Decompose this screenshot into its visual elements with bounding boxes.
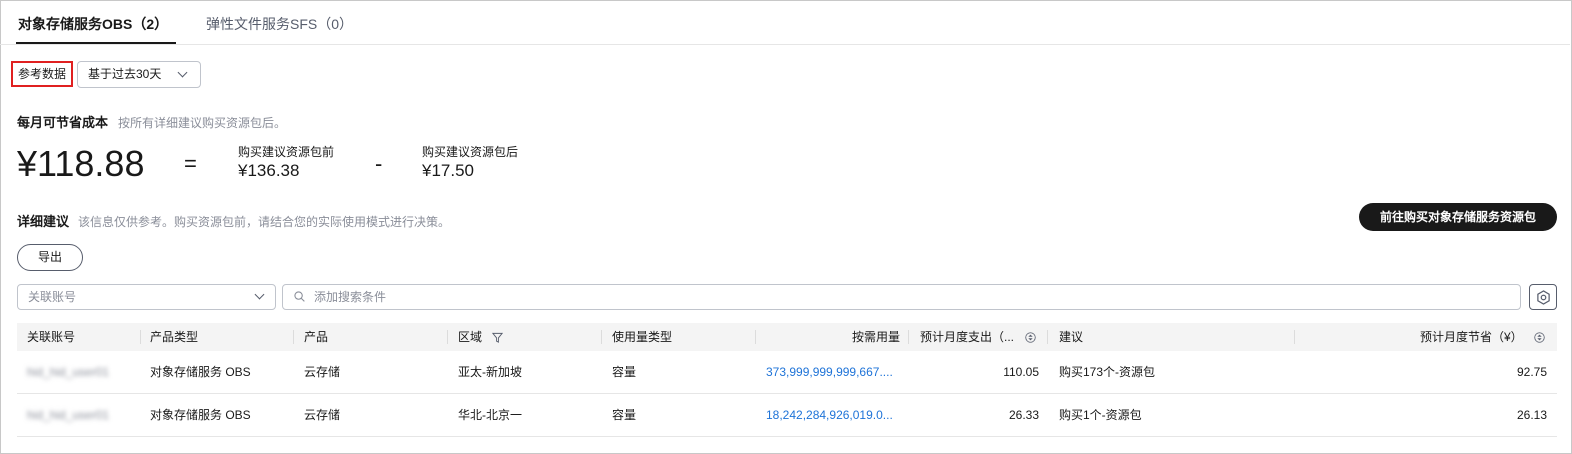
cell-savings: 26.13 [1516,408,1547,422]
cell-product: 云存储 [304,365,341,379]
account-select[interactable]: 关联账号 [17,284,276,310]
tab-sfs[interactable]: 弹性文件服务SFS（0） [206,14,353,44]
tab-obs[interactable]: 对象存储服务OBS（2） [15,14,177,44]
cell-suggestion: 购买1个-资源包 [1059,408,1142,422]
cell-region: 亚太-新加坡 [458,365,522,379]
export-button[interactable]: 导出 [17,244,83,271]
monthly-savings-description: 按所有详细建议购买资源包后。 [118,116,287,130]
column-divider [1294,330,1295,344]
table-header: 关联账号 产品类型 产品 区域 使用量类型 按需用量 预计月度支出（... 建议… [17,323,1557,351]
gear-icon [1537,290,1550,305]
table-row: hid_hid_user01 对象存储服务 OBS 云存储 亚太-新加坡 容量 … [17,351,1557,394]
chevron-down-icon [254,289,265,300]
after-purchase-label: 购买建议资源包后 [422,145,519,159]
search-placeholder: 添加搜索条件 [314,290,387,304]
column-header-usage: 按需用量 [851,330,900,344]
cell-usage-link[interactable]: 18,242,284,926,019.0... [766,394,893,437]
before-purchase-label: 购买建议资源包前 [238,145,335,159]
table-row: hid_hid_user01 对象存储服务 OBS 云存储 华北-北京一 容量 … [17,394,1557,437]
cell-product-type: 对象存储服务 OBS [150,365,251,379]
column-divider [140,330,141,344]
table-settings-button[interactable] [1529,284,1557,310]
period-select-value: 基于过去30天 [88,67,162,81]
cell-suggestion: 购买173个-资源包 [1059,365,1156,379]
cell-account: hid_hid_user01 [27,365,110,379]
equals-sign: = [184,151,197,176]
cell-monthly-cost: 110.05 [1003,365,1039,379]
savings-header-label: 预计月度节省（¥） [1419,330,1523,344]
search-icon [294,291,305,302]
sort-icon[interactable] [1025,332,1037,344]
column-divider [755,330,756,344]
reference-data-label: 参考数据 [11,61,73,87]
cell-savings: 92.75 [1516,365,1547,379]
detail-description: 该信息仅供参考。购买资源包前，请结合您的实际使用模式进行决策。 [78,215,451,229]
minus-sign: - [375,151,383,176]
cell-product: 云存储 [304,408,341,422]
column-header-product-type: 产品类型 [150,330,199,344]
cell-usage-type: 容量 [612,408,637,422]
column-header-usage-type: 使用量类型 [612,330,673,344]
cell-usage-type: 容量 [612,365,637,379]
chevron-down-icon [177,67,188,78]
column-header-region[interactable]: 区域 [458,323,504,351]
column-divider [601,330,602,344]
column-divider [293,330,294,344]
column-header-savings[interactable]: 预计月度节省（¥） [1317,323,1545,351]
column-divider [447,330,448,344]
filter-icon[interactable] [492,332,504,344]
column-divider [1047,330,1048,344]
cell-monthly-cost: 26.33 [1008,408,1039,422]
column-header-account: 关联账号 [27,330,76,344]
monthly-cost-header-label: 预计月度支出（... [920,330,1015,344]
column-header-suggestion: 建议 [1059,330,1084,344]
cell-region: 华北-北京一 [458,408,522,422]
after-purchase-value: ¥17.50 [422,161,474,180]
region-header-label: 区域 [458,330,483,344]
column-header-product: 产品 [304,330,329,344]
search-input[interactable]: 添加搜索条件 [282,284,1521,310]
buy-obs-package-button[interactable]: 前往购买对象存储服务资源包 [1359,203,1557,231]
cell-account: hid_hid_user01 [27,408,110,422]
period-select[interactable]: 基于过去30天 [77,61,201,88]
monthly-savings-title: 每月可节省成本 [17,115,109,130]
cell-usage-link[interactable]: 373,999,999,999,667.... [766,351,893,394]
before-purchase-value: ¥136.38 [238,161,300,180]
column-header-monthly-cost[interactable]: 预计月度支出（... [920,323,1037,351]
detail-title: 详细建议 [17,214,70,229]
account-select-placeholder: 关联账号 [28,290,77,304]
cell-product-type: 对象存储服务 OBS [150,408,251,422]
sort-icon[interactable] [1534,332,1545,344]
column-divider [908,330,909,344]
monthly-savings-amount: ¥118.88 [17,143,145,184]
service-tabs: 对象存储服务OBS（2） 弹性文件服务SFS（0） [0,0,1570,45]
